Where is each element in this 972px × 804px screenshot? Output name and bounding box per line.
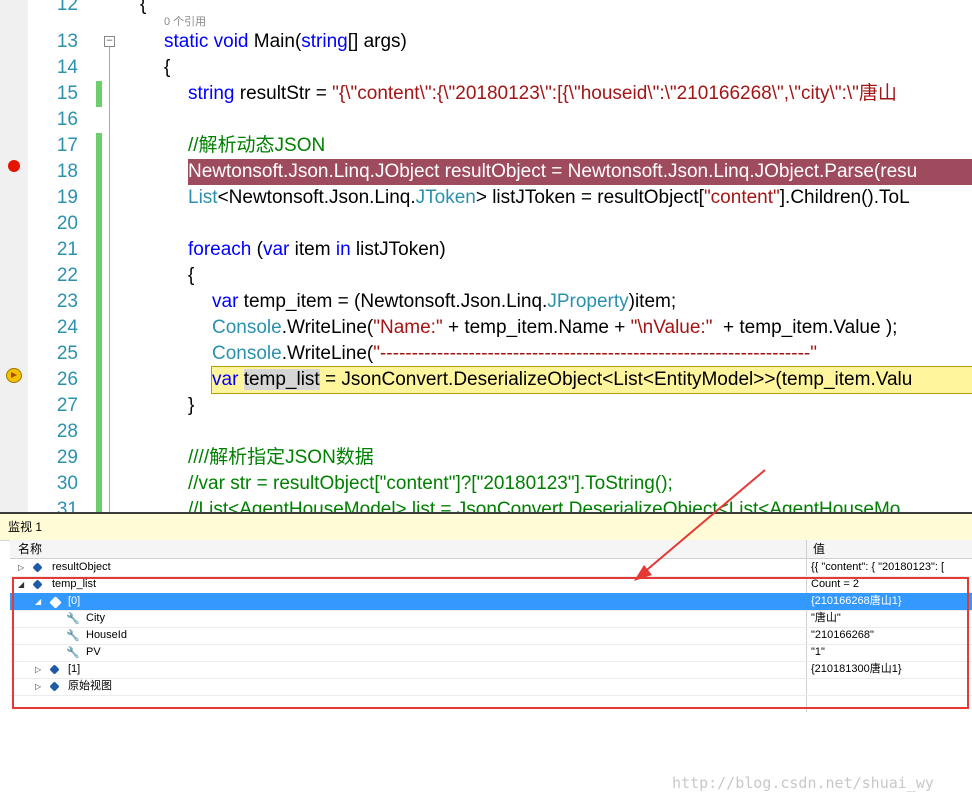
line-number: 17 xyxy=(56,135,78,156)
breakpoint-icon[interactable] xyxy=(8,160,20,172)
line-number: 30 xyxy=(56,473,78,494)
code-token: "\nValue:" xyxy=(630,317,713,338)
line-number: 14 xyxy=(56,57,78,78)
line-number: 18 xyxy=(56,161,78,182)
code-line[interactable]: Console.WriteLine("Name:" + temp_item.Na… xyxy=(212,315,897,341)
code-token: Main( xyxy=(248,31,302,52)
code-editor[interactable]: 12 13 14 15 16 17 18 19 20 21 22 23 24 2… xyxy=(0,0,972,512)
line-number: 26 xyxy=(56,369,78,390)
highlighted-variable: temp_list xyxy=(243,369,320,390)
column-header-name[interactable]: 名称 xyxy=(18,540,42,558)
watermark: http://blog.csdn.net/shuai_wy xyxy=(672,774,934,792)
code-token: foreach xyxy=(188,239,252,260)
line-number: 12 xyxy=(56,0,78,15)
code-token: var xyxy=(212,369,239,390)
code-line[interactable]: foreach (var item in listJToken) xyxy=(188,237,446,263)
reference-count[interactable]: 0 个引用 xyxy=(164,13,206,29)
watch-row-resultobject[interactable]: ▷ resultObject {{ "content": { "20180123… xyxy=(10,559,972,577)
code-token: "{\"content\":{\"20180123\":[{\"houseid\… xyxy=(332,83,897,104)
line-number: 22 xyxy=(56,265,78,286)
watch-window-title: 监视 1 xyxy=(8,520,43,534)
code-token: ].Children().ToL xyxy=(779,187,910,208)
breakpoint-code-line[interactable]: Newtonsoft.Json.Linq.JObject resultObjec… xyxy=(188,159,972,185)
code-token: var xyxy=(262,239,290,260)
code-token: <Newtonsoft.Json.Linq. xyxy=(217,187,416,208)
watch-window-title-bar[interactable]: 监视 1 xyxy=(0,512,972,541)
code-token: resultStr = xyxy=(234,83,333,104)
line-number: 15 xyxy=(56,83,78,104)
code-line[interactable]: { xyxy=(140,0,146,18)
code-line[interactable]: List<Newtonsoft.Json.Linq.JToken> listJT… xyxy=(188,185,910,211)
code-line[interactable]: { xyxy=(188,263,194,289)
code-line[interactable]: Console.WriteLine("---------------------… xyxy=(212,341,817,367)
code-token: JProperty xyxy=(547,291,629,312)
line-number: 29 xyxy=(56,447,78,468)
line-number: 24 xyxy=(56,317,78,338)
code-line[interactable]: { xyxy=(164,55,170,81)
code-token: + temp_item.Name + xyxy=(442,317,631,338)
code-token: Console xyxy=(212,343,282,364)
code-token: "---------------------------------------… xyxy=(373,343,817,364)
code-token: item xyxy=(289,239,336,260)
outline-guide xyxy=(109,47,110,512)
current-statement-arrow-icon xyxy=(6,368,22,383)
code-token: listJToken) xyxy=(350,239,446,260)
line-number: 13 xyxy=(56,31,78,52)
code-token: List xyxy=(188,187,218,208)
code-line[interactable]: } xyxy=(188,393,194,419)
line-number: 16 xyxy=(56,109,78,130)
code-token: [] args) xyxy=(347,31,407,52)
line-number: 19 xyxy=(56,187,78,208)
line-number: 27 xyxy=(56,395,78,416)
line-number: 20 xyxy=(56,213,78,234)
code-token: temp_item = (Newtonsoft.Json.Linq. xyxy=(238,291,548,312)
code-line[interactable]: //List<AgentHouseModel> list = JsonConve… xyxy=(188,497,900,512)
code-token: in xyxy=(335,239,351,260)
code-line[interactable]: ////解析指定JSON数据 xyxy=(188,445,374,471)
code-line[interactable]: var temp_item = (Newtonsoft.Json.Linq.JP… xyxy=(212,289,676,315)
code-token: var xyxy=(212,291,239,312)
code-token: .WriteLine( xyxy=(281,343,374,364)
line-number: 31 xyxy=(56,499,78,512)
code-token: = JsonConvert.DeserializeObject<List<Ent… xyxy=(319,369,913,390)
expand-triangle-icon[interactable]: ▷ xyxy=(18,559,26,576)
change-marker xyxy=(96,81,102,107)
watch-item-value[interactable]: {{ "content": { "20180123": [ xyxy=(811,559,971,576)
line-number: 23 xyxy=(56,291,78,312)
code-line[interactable]: string resultStr = "{\"content\":{\"2018… xyxy=(188,81,897,107)
object-icon xyxy=(32,562,43,573)
code-token: ( xyxy=(251,239,263,260)
code-token: .WriteLine( xyxy=(281,317,374,338)
annotation-highlight-box xyxy=(12,577,969,709)
code-token: > listJToken = resultObject[ xyxy=(475,187,704,208)
code-token: Console xyxy=(212,317,282,338)
watch-window[interactable]: 监视 1 名称 值 ▷ resultObject {{ "content": {… xyxy=(0,512,972,804)
code-line[interactable]: //解析动态JSON xyxy=(188,133,325,159)
line-number: 25 xyxy=(56,343,78,364)
code-token: + temp_item.Value ); xyxy=(712,317,898,338)
code-token: JToken xyxy=(415,187,476,208)
line-number: 21 xyxy=(56,239,78,260)
code-token: string xyxy=(188,83,235,104)
code-token: "Name:" xyxy=(373,317,443,338)
collapse-icon[interactable]: − xyxy=(104,36,115,47)
code-token: static void xyxy=(164,31,249,52)
code-token: string xyxy=(301,31,348,52)
code-token: )item; xyxy=(628,291,677,312)
breakpoint-gutter[interactable] xyxy=(0,0,28,512)
watch-header: 名称 值 xyxy=(10,540,972,559)
column-header-value[interactable]: 值 xyxy=(813,540,825,558)
current-statement-line[interactable]: var temp_list = JsonConvert.DeserializeO… xyxy=(211,366,972,394)
change-marker xyxy=(96,133,102,512)
code-line[interactable]: //var str = resultObject["content"]?["20… xyxy=(188,471,673,497)
line-number: 28 xyxy=(56,421,78,442)
code-line[interactable]: static void Main(string[] args) xyxy=(164,29,407,55)
code-token: "content" xyxy=(703,187,780,208)
watch-item-name: resultObject xyxy=(52,561,111,573)
